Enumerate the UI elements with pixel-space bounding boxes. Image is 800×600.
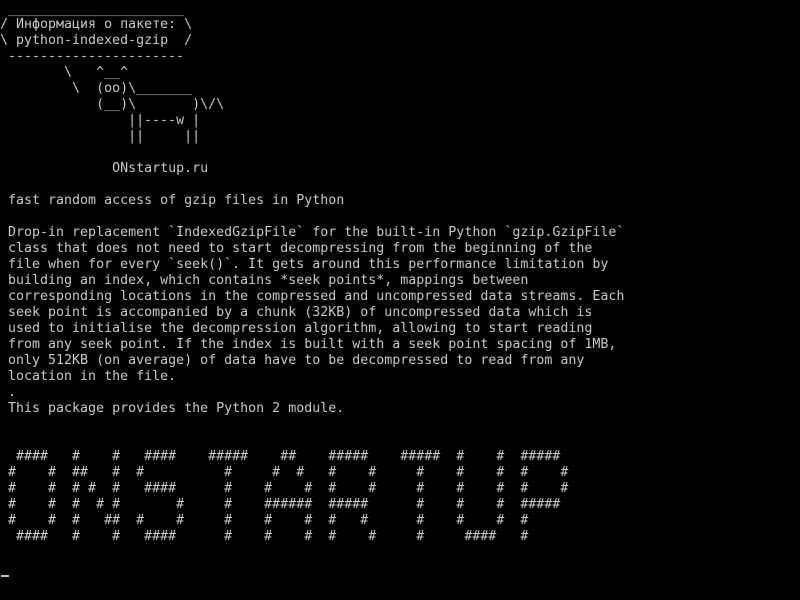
description-line: . (0, 385, 17, 400)
description-line: from any seek point. If the index is bui… (0, 337, 617, 352)
description-line: location in the file. (0, 369, 177, 384)
cowsay-bubble-top: ______________________ (0, 2, 185, 17)
package-summary: fast random access of gzip files in Pyth… (0, 193, 345, 208)
description-line: Drop-in replacement `IndexedGzipFile` fo… (0, 225, 625, 240)
banner-line: # # # # # # # ###### ##### # # # ##### (0, 497, 561, 512)
banner-line: #### # # #### ##### ## ##### ##### # # #… (0, 449, 561, 464)
description-line: file when for every `seek()`. It gets ar… (0, 257, 609, 272)
site-name: ONstartup.ru (0, 161, 209, 176)
cowsay-bubble-bottom: ---------------------- (0, 49, 185, 64)
banner-line: # # # ## # # # # # # # # # # # (0, 513, 529, 528)
banner-line: # # # # # #### # # # # # # # # # # (0, 481, 569, 496)
banner-line: #### # # #### # # # # # # #### # (0, 529, 529, 544)
description-line: used to initialise the decompression alg… (0, 321, 593, 336)
cowsay-cow-line-2: \ (oo)\_______ (0, 81, 193, 96)
banner-line: # # ## # # # # # # # # # # # # (0, 465, 569, 480)
cowsay-cow-line-1: \ ^__^ (0, 65, 129, 80)
description-line: seek point is accompanied by a chunk (32… (0, 305, 593, 320)
cowsay-bubble-line-2: \ python-indexed-gzip / (0, 33, 193, 48)
cowsay-bubble-line-1: / Информация о пакете: \ (0, 17, 193, 32)
description-line: only 512KB (on average) of data have to … (0, 353, 585, 368)
cowsay-cow-line-5: || || (0, 129, 201, 144)
description-line: class that does not need to start decomp… (0, 241, 593, 256)
description-line: corresponding locations in the compresse… (0, 289, 625, 304)
description-line: building an index, which contains *seek … (0, 273, 529, 288)
terminal-screen: ______________________ / Информация о па… (0, 0, 800, 600)
description-line: This package provides the Python 2 modul… (0, 401, 345, 416)
cowsay-cow-line-3: (__)\ )\/\ (0, 97, 225, 112)
cowsay-cow-line-4: ||----w | (0, 113, 201, 128)
text-cursor[interactable] (1, 575, 9, 577)
